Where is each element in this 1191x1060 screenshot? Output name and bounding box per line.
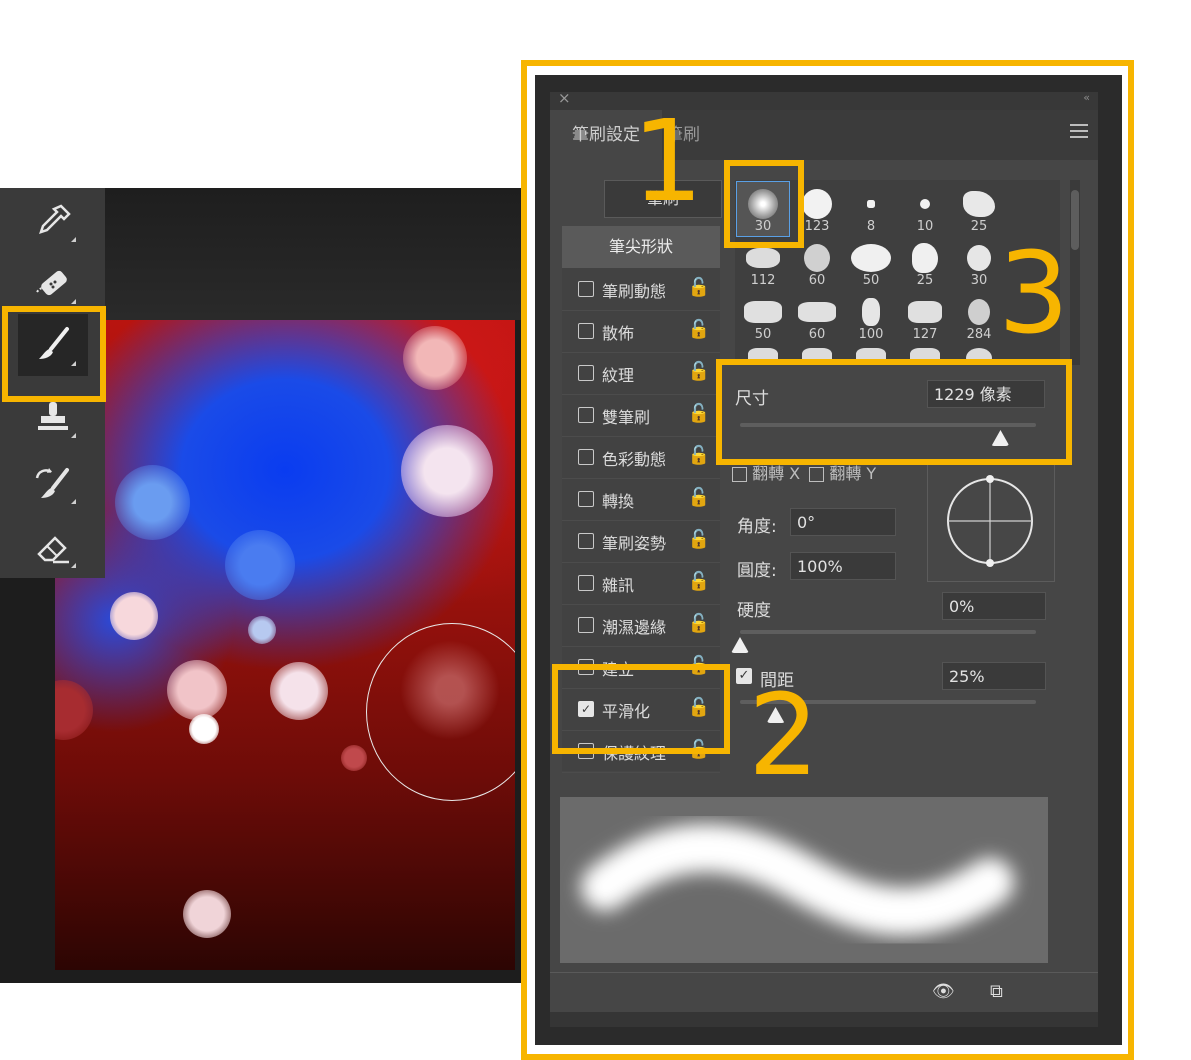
highlight-size — [716, 359, 1072, 465]
bokeh-light — [401, 425, 493, 517]
eraser-tool[interactable] — [18, 518, 88, 578]
highlight-brush-tool — [2, 306, 106, 402]
eyedropper-icon — [39, 204, 71, 234]
highlight-panel — [521, 60, 1134, 1060]
bokeh-light — [115, 465, 190, 540]
eyedropper-tool[interactable] — [18, 192, 88, 252]
healing-brush-tool[interactable] — [18, 254, 88, 314]
bokeh-light — [189, 714, 219, 744]
history-brush-tool[interactable] — [18, 454, 88, 514]
highlight-smoothing — [552, 664, 730, 754]
eraser-icon — [37, 536, 69, 564]
callout-number-1: 1 — [632, 97, 704, 227]
bokeh-light — [248, 616, 276, 644]
bokeh-light — [341, 745, 367, 771]
canvas-topbar — [105, 188, 523, 320]
bokeh-light — [183, 890, 231, 938]
bokeh-light — [270, 662, 328, 720]
brush-cursor-circle — [366, 623, 515, 801]
artwork-canvas[interactable] — [55, 320, 515, 970]
bokeh-light — [403, 326, 467, 390]
healing-brush-icon — [36, 270, 67, 296]
stamp-icon — [38, 402, 68, 430]
callout-number-2: 2 — [748, 671, 820, 801]
callout-number-3: 3 — [998, 229, 1070, 359]
history-brush-icon — [35, 468, 69, 498]
bokeh-light — [55, 680, 93, 740]
highlight-preset — [724, 160, 804, 248]
bokeh-light — [110, 592, 158, 640]
bokeh-light — [167, 660, 227, 720]
bokeh-light — [225, 530, 295, 600]
